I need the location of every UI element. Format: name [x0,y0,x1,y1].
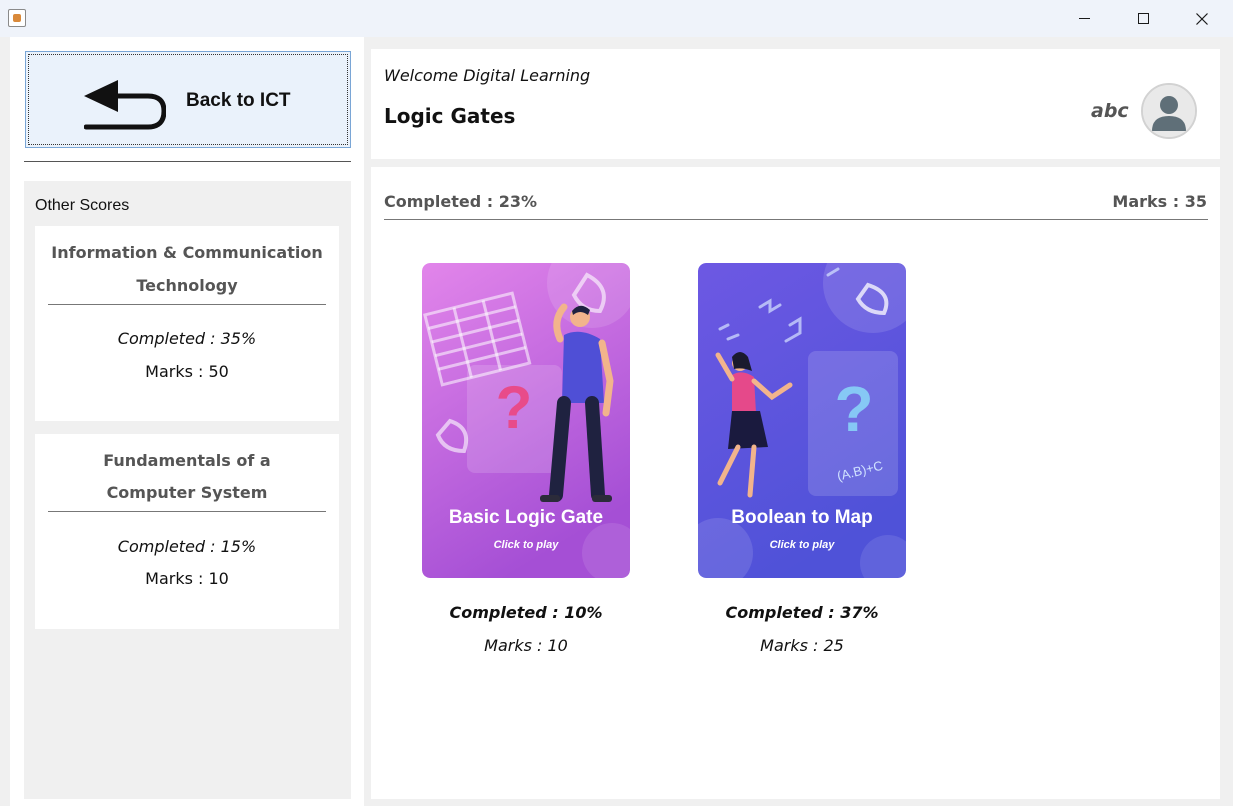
maximize-button[interactable] [1114,0,1172,37]
game-completed: Completed : 37% [725,603,879,622]
close-button[interactable] [1173,0,1231,37]
basic-logic-gate-illustration: ? [422,263,630,578]
score-marks: Marks : 50 [145,362,229,381]
back-arrow-icon [84,80,166,130]
page-title: Logic Gates [384,104,516,128]
game-subtitle: Click to play [769,539,835,551]
divider [24,161,351,162]
game-title: Basic Logic Gate [448,507,604,528]
score-card-title: Information & Communication [51,243,323,262]
java-app-icon [8,9,26,27]
minimize-button[interactable] [1055,0,1113,37]
score-card-title: Fundamentals of a [103,451,271,470]
other-scores-title: Other Scores [35,197,130,214]
maximize-icon [1137,13,1149,24]
divider [48,511,326,512]
score-card-title: Technology [136,276,238,295]
user-avatar-icon[interactable] [1141,83,1197,139]
title-bar [0,0,1233,37]
svg-text:?: ? [834,373,873,445]
username: abc [1091,100,1129,122]
score-card-fundamentals: Fundamentals of a Computer System Comple… [35,434,339,629]
topic-marks: Marks : 35 [1112,192,1207,211]
main-content: Completed : 23% Marks : 35 ? Basic Logic… [371,167,1220,799]
other-scores-panel: Other Scores Information & Communication… [24,181,351,799]
back-button-label: Back to ICT [186,90,291,111]
game-card-basic-logic-gate[interactable]: ? Basic Logic Gate Click to play [422,263,630,578]
game-marks: Marks : 10 [484,636,568,655]
svg-text:?: ? [496,374,533,441]
score-card-ict: Information & Communication Technology C… [35,226,339,421]
divider [48,304,326,305]
sidebar: Back to ICT Other Scores Information & C… [10,37,364,806]
score-completed: Completed : 35% [117,329,257,348]
divider [384,219,1208,220]
boolean-to-map-illustration: ? (A.B)+C [698,263,906,578]
game-card-boolean-to-map[interactable]: ? (A.B)+C Boolean to Map Click to play [698,263,906,578]
back-to-ict-button[interactable]: Back to ICT [25,51,351,148]
close-icon [1196,12,1208,25]
topic-completed: Completed : 23% [384,192,537,211]
score-marks: Marks : 10 [145,569,229,588]
minimize-icon [1078,18,1090,19]
game-subtitle: Click to play [493,539,559,551]
welcome-text: Welcome Digital Learning [384,66,591,85]
game-title: Boolean to Map [731,507,873,528]
game-marks: Marks : 25 [760,636,844,655]
score-card-title: Computer System [106,483,268,502]
user-avatar-icon [1143,85,1195,137]
score-completed: Completed : 15% [117,537,257,556]
header: Welcome Digital Learning Logic Gates abc [371,49,1220,159]
game-completed: Completed : 10% [449,603,603,622]
